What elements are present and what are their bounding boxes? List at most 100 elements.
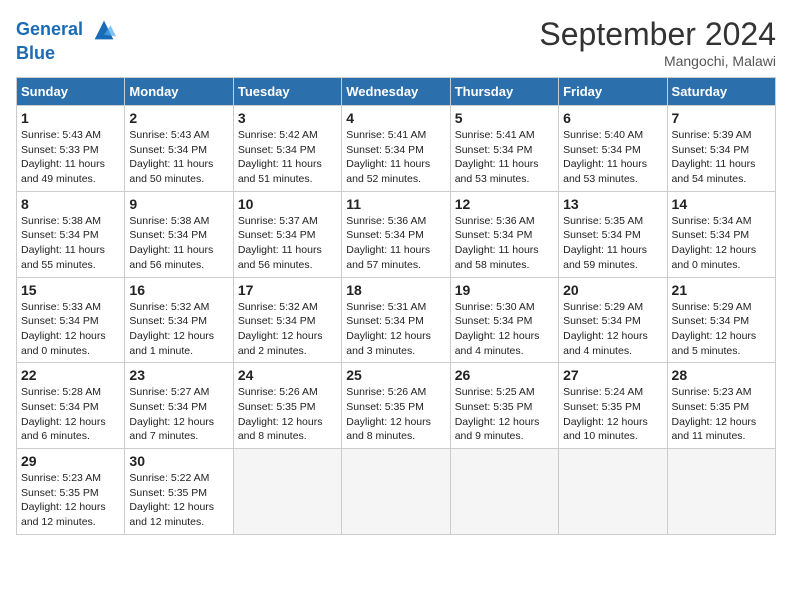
cell-info: Sunset: 5:34 PM bbox=[346, 314, 445, 329]
cell-info: Daylight: 12 hours bbox=[21, 500, 120, 515]
cell-info: Sunrise: 5:28 AM bbox=[21, 385, 120, 400]
calendar-cell: 15Sunrise: 5:33 AMSunset: 5:34 PMDayligh… bbox=[17, 277, 125, 363]
cell-info: Sunset: 5:34 PM bbox=[346, 228, 445, 243]
calendar-week-row: 1 Sunrise: 5:43 AM Sunset: 5:33 PM Daylight… bbox=[17, 106, 776, 192]
cell-info: Sunset: 5:34 PM bbox=[21, 314, 120, 329]
calendar-week-row: 15Sunrise: 5:33 AMSunset: 5:34 PMDayligh… bbox=[17, 277, 776, 363]
weekday-header-friday: Friday bbox=[559, 78, 667, 106]
cell-info: Daylight: 12 hours bbox=[21, 415, 120, 430]
cell-info: Sunset: 5:35 PM bbox=[672, 400, 771, 415]
cell-info: and 11 minutes. bbox=[672, 429, 771, 444]
cell-info: Sunset: 5:34 PM bbox=[21, 228, 120, 243]
day-number: 13 bbox=[563, 196, 662, 212]
title-block: September 2024 Mangochi, Malawi bbox=[539, 16, 776, 69]
calendar-cell: 27Sunrise: 5:24 AMSunset: 5:35 PMDayligh… bbox=[559, 363, 667, 449]
calendar-cell: 5Sunrise: 5:41 AMSunset: 5:34 PMDaylight… bbox=[450, 106, 558, 192]
cell-info: Daylight: 11 hours bbox=[455, 157, 554, 172]
cell-info: Sunrise: 5:25 AM bbox=[455, 385, 554, 400]
cell-info: Daylight: 11 hours bbox=[672, 157, 771, 172]
cell-info: Sunrise: 5:38 AM bbox=[21, 214, 120, 229]
cell-info: Sunset: 5:34 PM bbox=[672, 228, 771, 243]
cell-info: Sunrise: 5:23 AM bbox=[672, 385, 771, 400]
calendar-cell: 6Sunrise: 5:40 AMSunset: 5:34 PMDaylight… bbox=[559, 106, 667, 192]
cell-info: Sunset: 5:34 PM bbox=[346, 143, 445, 158]
day-number: 21 bbox=[672, 282, 771, 298]
day-number: 27 bbox=[563, 367, 662, 383]
cell-info: Daylight: 12 hours bbox=[672, 415, 771, 430]
cell-info: Daylight: 12 hours bbox=[563, 329, 662, 344]
cell-info: Daylight: 12 hours bbox=[455, 415, 554, 430]
day-number: 30 bbox=[129, 453, 228, 469]
cell-info: and 50 minutes. bbox=[129, 172, 228, 187]
cell-info: Daylight: 11 hours bbox=[563, 157, 662, 172]
calendar-cell: 3 Sunrise: 5:42 AMSunset: 5:34 PMDaylight… bbox=[233, 106, 341, 192]
cell-info: and 4 minutes. bbox=[563, 344, 662, 359]
day-number: 5 bbox=[455, 110, 554, 126]
day-number: 4 bbox=[346, 110, 445, 126]
cell-info: Daylight: 11 hours bbox=[346, 243, 445, 258]
calendar-cell: 2Sunrise: 5:43 AMSunset: 5:34 PMDaylight… bbox=[125, 106, 233, 192]
cell-info: Daylight: 11 hours bbox=[129, 243, 228, 258]
calendar-cell: 19Sunrise: 5:30 AMSunset: 5:34 PMDayligh… bbox=[450, 277, 558, 363]
cell-info: Sunrise: 5:26 AM bbox=[238, 385, 337, 400]
calendar-cell: 25Sunrise: 5:26 AMSunset: 5:35 PMDayligh… bbox=[342, 363, 450, 449]
day-number: 3 bbox=[238, 110, 337, 126]
calendar-cell: 1Sunrise: 5:43 AMSunset: 5:33 PMDaylight… bbox=[17, 106, 125, 192]
day-number: 6 bbox=[563, 110, 662, 126]
cell-info: Daylight: 11 hours bbox=[346, 157, 445, 172]
cell-info: Daylight: 11 hours bbox=[238, 157, 337, 172]
cell-info: and 6 minutes. bbox=[21, 429, 120, 444]
cell-info: and 1 minute. bbox=[129, 344, 228, 359]
cell-info: and 0 minutes. bbox=[21, 344, 120, 359]
day-number: 24 bbox=[238, 367, 337, 383]
day-number: 1 bbox=[21, 110, 120, 126]
day-number: 19 bbox=[455, 282, 554, 298]
day-number: 9 bbox=[129, 196, 228, 212]
cell-info: and 12 minutes. bbox=[21, 515, 120, 530]
cell-info: Sunrise: 5:33 AM bbox=[21, 300, 120, 315]
cell-info: Sunset: 5:35 PM bbox=[21, 486, 120, 501]
cell-info: Sunrise: 5:37 AM bbox=[238, 214, 337, 229]
calendar-cell bbox=[559, 449, 667, 535]
weekday-header-thursday: Thursday bbox=[450, 78, 558, 106]
cell-info: Daylight: 11 hours bbox=[238, 243, 337, 258]
cell-info: Sunrise: 5:29 AM bbox=[563, 300, 662, 315]
cell-info: and 12 minutes. bbox=[129, 515, 228, 530]
weekday-header-sunday: Sunday bbox=[17, 78, 125, 106]
cell-info: Sunset: 5:33 PM bbox=[21, 143, 120, 158]
calendar-cell: 20Sunrise: 5:29 AMSunset: 5:34 PMDayligh… bbox=[559, 277, 667, 363]
cell-info: Sunrise: 5:41 AM bbox=[455, 128, 554, 143]
cell-info: Sunset: 5:35 PM bbox=[346, 400, 445, 415]
day-number: 26 bbox=[455, 367, 554, 383]
cell-info: Sunrise: 5:36 AM bbox=[455, 214, 554, 229]
cell-info: Sunrise: 5:42 AM bbox=[238, 128, 337, 143]
day-number: 25 bbox=[346, 367, 445, 383]
cell-info: and 8 minutes. bbox=[346, 429, 445, 444]
cell-info: Daylight: 12 hours bbox=[129, 415, 228, 430]
logo-blue: Blue bbox=[16, 43, 55, 63]
cell-info: and 58 minutes. bbox=[455, 258, 554, 273]
cell-info: Sunset: 5:34 PM bbox=[129, 400, 228, 415]
page-header: General Blue September 2024 Mangochi, Ma… bbox=[16, 16, 776, 69]
cell-info: and 2 minutes. bbox=[238, 344, 337, 359]
day-number: 16 bbox=[129, 282, 228, 298]
month-title: September 2024 bbox=[539, 16, 776, 53]
calendar-cell: 14Sunrise: 5:34 AMSunset: 5:34 PMDayligh… bbox=[667, 191, 775, 277]
cell-info: and 5 minutes. bbox=[672, 344, 771, 359]
cell-info: Daylight: 11 hours bbox=[563, 243, 662, 258]
logo: General Blue bbox=[16, 16, 118, 64]
calendar-cell: 12Sunrise: 5:36 AMSunset: 5:34 PMDayligh… bbox=[450, 191, 558, 277]
cell-info: Sunset: 5:34 PM bbox=[238, 228, 337, 243]
calendar-cell: 24Sunrise: 5:26 AMSunset: 5:35 PMDayligh… bbox=[233, 363, 341, 449]
weekday-header-tuesday: Tuesday bbox=[233, 78, 341, 106]
cell-info: Sunset: 5:34 PM bbox=[238, 143, 337, 158]
day-number: 14 bbox=[672, 196, 771, 212]
day-number: 12 bbox=[455, 196, 554, 212]
day-number: 23 bbox=[129, 367, 228, 383]
day-number: 10 bbox=[238, 196, 337, 212]
cell-info: Sunrise: 5:39 AM bbox=[672, 128, 771, 143]
calendar-cell: 22Sunrise: 5:28 AMSunset: 5:34 PMDayligh… bbox=[17, 363, 125, 449]
calendar-cell: 21Sunrise: 5:29 AMSunset: 5:34 PMDayligh… bbox=[667, 277, 775, 363]
cell-info: Sunrise: 5:43 AM bbox=[129, 128, 228, 143]
cell-info: Daylight: 12 hours bbox=[346, 415, 445, 430]
